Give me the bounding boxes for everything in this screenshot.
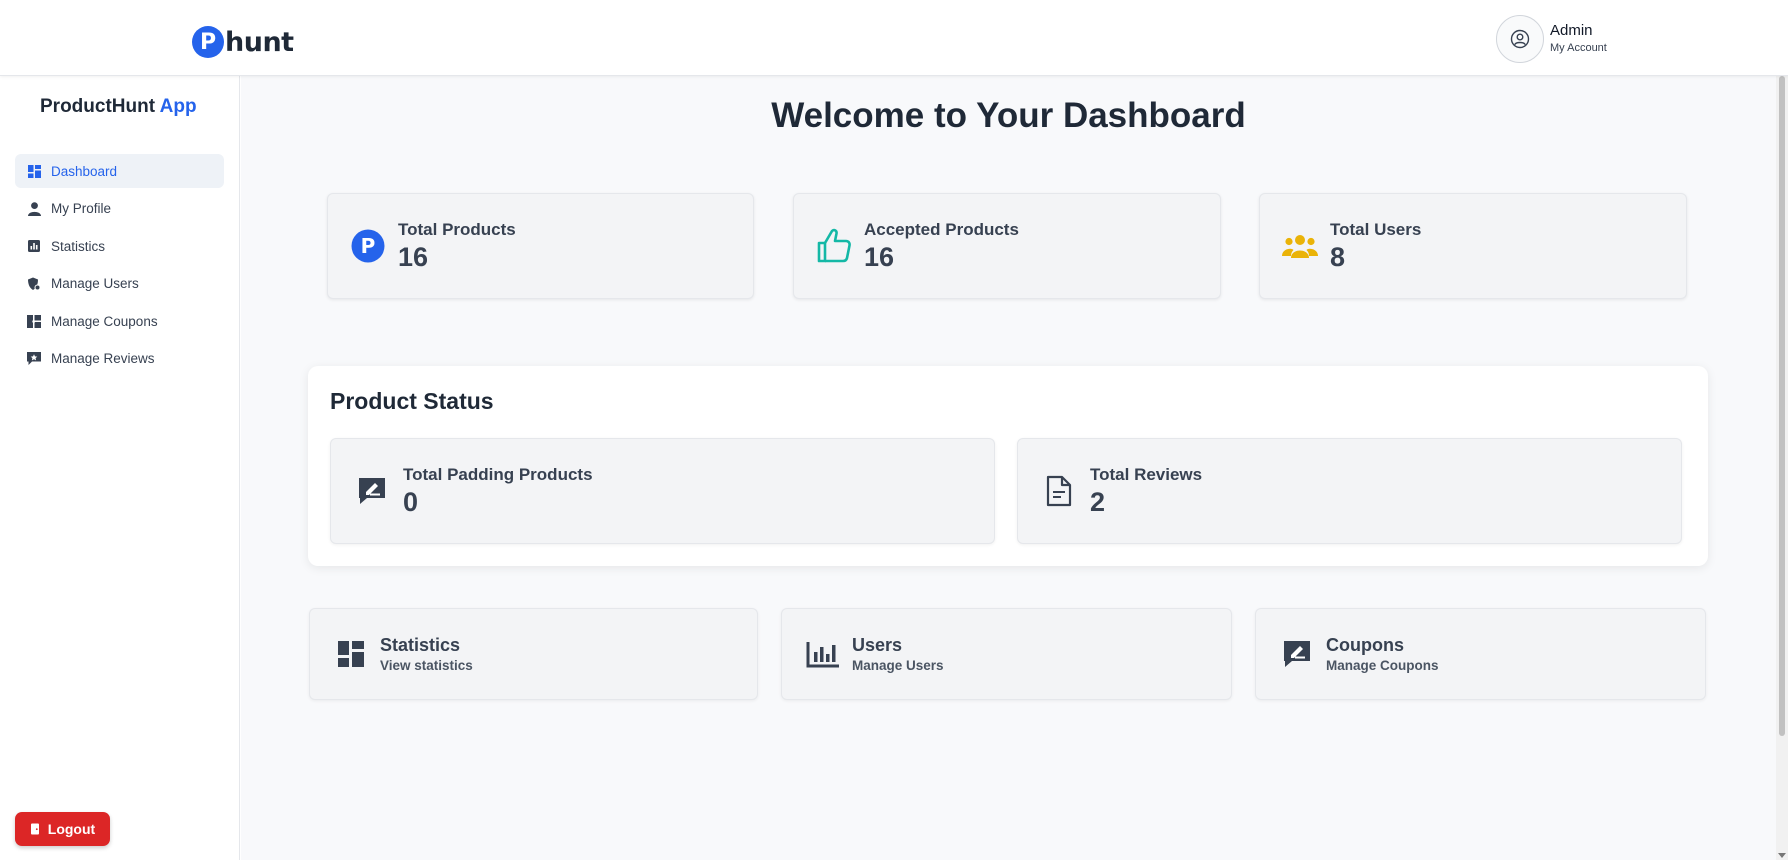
user-gear-icon (27, 277, 41, 291)
sidebar-item-manage-users[interactable]: Manage Users (15, 267, 224, 301)
stat-card-accepted-products: Accepted Products 16 (793, 193, 1221, 299)
logo-badge: P (192, 26, 224, 58)
comment-edit-icon (1280, 637, 1314, 671)
avatar[interactable] (1496, 15, 1544, 63)
link-title: Statistics (380, 635, 461, 655)
stat-value: 8 (1330, 242, 1346, 272)
stat-label: Total Products (398, 220, 516, 239)
status-card-total-reviews: Total Reviews 2 (1017, 438, 1682, 544)
link-title: Coupons (1326, 635, 1404, 655)
link-title: Users (852, 635, 903, 655)
product-hunt-icon: P (350, 228, 386, 264)
link-card-users[interactable]: Users Manage Users (781, 608, 1232, 700)
door-icon (30, 823, 41, 835)
sidebar-item-manage-coupons[interactable]: Manage Coupons (15, 304, 224, 338)
link-subtitle: Manage Coupons (1326, 658, 1439, 673)
logout-label: Logout (47, 821, 96, 837)
dashboard-icon (27, 164, 41, 178)
sidebar-item-my-profile[interactable]: My Profile (15, 192, 224, 226)
scroll-down-arrow-icon[interactable] (1778, 853, 1786, 858)
stat-value: 16 (398, 242, 429, 272)
link-card-coupons[interactable]: Coupons Manage Coupons (1255, 608, 1706, 700)
comment-edit-icon (355, 474, 389, 508)
svg-text:P: P (361, 234, 376, 258)
sidebar-item-label: Statistics (51, 238, 106, 254)
product-status-panel: Product Status Total Padding Products 0 … (308, 366, 1708, 566)
link-subtitle: Manage Users (852, 658, 944, 673)
page-title: Welcome to Your Dashboard (771, 96, 1246, 135)
account-subtitle: My Account (1550, 42, 1607, 54)
stat-label: Total Padding Products (403, 465, 593, 484)
logo[interactable]: P hunt (192, 26, 294, 58)
sidebar-brand: ProductHunt App (40, 96, 197, 118)
account-menu[interactable]: Admin My Account (1496, 15, 1607, 63)
stat-value: 16 (864, 242, 895, 272)
document-icon (1042, 474, 1076, 508)
top-header: P hunt Admin My Account (0, 0, 1788, 76)
status-card-pending-products: Total Padding Products 0 (330, 438, 995, 544)
users-icon (1282, 228, 1318, 264)
brand-accent: App (159, 96, 197, 117)
sidebar-item-manage-reviews[interactable]: Manage Reviews (15, 342, 224, 376)
scrollbar[interactable] (1776, 76, 1788, 860)
logout-button[interactable]: Logout (15, 812, 110, 846)
link-card-statistics[interactable]: Statistics View statistics (309, 608, 758, 700)
stat-card-total-users: Total Users 8 (1259, 193, 1687, 299)
scrollbar-thumb[interactable] (1779, 76, 1785, 736)
stat-card-total-products: P Total Products 16 (327, 193, 754, 299)
account-name: Admin (1550, 22, 1593, 39)
brand-name: ProductHunt (40, 96, 156, 117)
coupon-icon (27, 314, 41, 328)
dashboard-icon (334, 637, 368, 671)
logo-text: hunt (225, 26, 294, 58)
stat-value: 2 (1090, 487, 1106, 517)
sidebar-item-label: My Profile (51, 201, 112, 216)
user-circle-icon (1510, 29, 1530, 49)
stat-label: Total Users (1330, 220, 1422, 239)
review-icon (27, 352, 41, 366)
thumbs-up-icon (816, 228, 852, 264)
sidebar-nav: Dashboard My Profile Statistics Manage U… (15, 154, 224, 379)
stat-label: Total Reviews (1090, 465, 1203, 484)
sidebar-item-label: Dashboard (51, 163, 118, 179)
sidebar-item-label: Manage Reviews (51, 351, 155, 366)
sidebar-item-label: Manage Users (51, 276, 139, 291)
sidebar: ProductHunt App Dashboard My Profile Sta… (0, 76, 240, 860)
section-title: Product Status (330, 388, 494, 414)
link-subtitle: View statistics (380, 658, 473, 673)
stat-label: Accepted Products (864, 220, 1019, 239)
chart-icon (27, 239, 41, 253)
stat-value: 0 (403, 487, 419, 517)
main-content: Welcome to Your Dashboard P Total Produc… (241, 76, 1776, 860)
sidebar-item-label: Manage Coupons (51, 313, 158, 329)
user-icon (27, 201, 41, 216)
sidebar-item-dashboard[interactable]: Dashboard (15, 154, 224, 188)
bar-chart-icon (806, 637, 840, 671)
sidebar-item-statistics[interactable]: Statistics (15, 229, 224, 263)
